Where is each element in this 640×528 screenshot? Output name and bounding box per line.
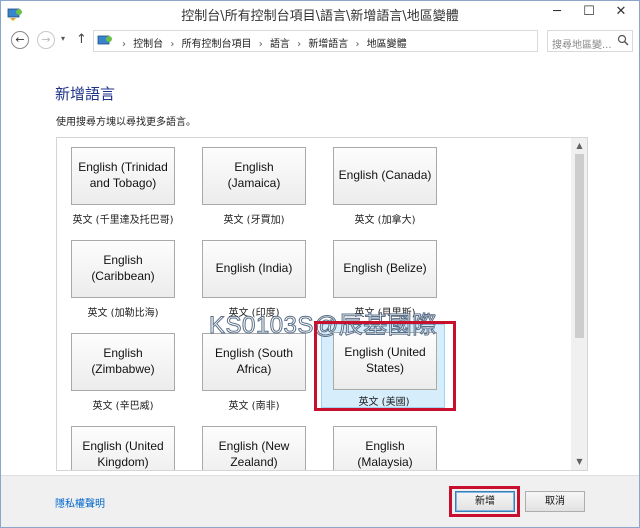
main-content: 新增語言 使用搜尋方塊以尋找更多語言。 English (Trinidad an… — [1, 55, 639, 475]
close-button[interactable]: ✕ — [605, 1, 637, 23]
scrollbar-thumb[interactable] — [575, 154, 584, 338]
breadcrumb-control-panel[interactable]: 控制台 — [133, 39, 163, 50]
language-item[interactable]: English (New Zealand) — [196, 420, 316, 470]
breadcrumb-separator: › — [355, 39, 360, 50]
language-tile[interactable]: English (Jamaica) — [202, 147, 306, 205]
back-button[interactable]: ← — [11, 31, 29, 49]
privacy-statement-link[interactable]: 隱私權聲明 — [55, 495, 105, 510]
language-tile[interactable]: English (South Africa) — [202, 333, 306, 391]
breadcrumb-regional-variants[interactable]: 地區變體 — [367, 39, 407, 50]
breadcrumb-separator: › — [170, 39, 175, 50]
minimize-button[interactable]: ─ — [541, 1, 573, 23]
scroll-up-arrow-icon[interactable]: ▲ — [571, 138, 587, 154]
language-item[interactable]: English (United Kingdom) — [65, 420, 185, 470]
breadcrumb-box[interactable]: › 控制台 › 所有控制台項目 › 語言 › 新增語言 › 地區變體 — [93, 30, 538, 52]
language-label: 英文 (加拿大) — [354, 215, 416, 226]
annotation-highlight-add-button — [449, 486, 520, 517]
control-panel-window: 控制台\所有控制台項目\語言\新增語言\地區變體 ─ ☐ ✕ ← → ▾ ↑ ›… — [0, 0, 640, 528]
breadcrumb-separator: › — [297, 39, 302, 50]
search-placeholder: 搜尋地區變... — [552, 40, 612, 51]
language-label: 英文 (千里達及托巴哥) — [72, 215, 174, 226]
recent-locations-dropdown[interactable]: ▾ — [61, 34, 65, 43]
language-tile[interactable]: English (Belize) — [333, 240, 437, 298]
language-label: 英文 (加勒比海) — [87, 308, 159, 319]
forward-button[interactable]: → — [37, 31, 55, 49]
language-tile[interactable]: English (Canada) — [333, 147, 437, 205]
search-input[interactable]: 搜尋地區變... — [547, 30, 633, 52]
title-bar: 控制台\所有控制台項目\語言\新增語言\地區變體 ─ ☐ ✕ — [1, 1, 639, 27]
language-tile[interactable]: English (Zimbabwe) — [71, 333, 175, 391]
language-label: 英文 (辛巴威) — [92, 401, 154, 412]
language-label: 英文 (牙買加) — [223, 215, 285, 226]
breadcrumb-all-items[interactable]: 所有控制台項目 — [182, 39, 252, 50]
language-tile[interactable]: English (Caribbean) — [71, 240, 175, 298]
language-item[interactable]: English (Malaysia) — [327, 420, 447, 470]
language-tile[interactable]: English (Malaysia) — [333, 426, 437, 470]
language-tile[interactable]: English (India) — [202, 240, 306, 298]
vertical-scrollbar[interactable]: ▲ ▼ — [571, 138, 587, 470]
maximize-button[interactable]: ☐ — [573, 1, 605, 23]
address-bar: ← → ▾ ↑ › 控制台 › 所有控制台項目 › 語言 › 新增語言 › 地區… — [1, 29, 639, 53]
footer-bar: 隱私權聲明 新增 取消 — [1, 475, 639, 527]
page-title: 新增語言 — [55, 85, 116, 103]
language-item[interactable]: English (Jamaica) 英文 (牙買加) — [196, 141, 316, 233]
scroll-down-arrow-icon[interactable]: ▼ — [571, 454, 587, 470]
language-item[interactable]: English (Canada) 英文 (加拿大) — [327, 141, 447, 233]
language-item[interactable]: English (Zimbabwe) 英文 (辛巴威) — [65, 327, 185, 419]
language-label: 英文 (南非) — [228, 401, 280, 412]
breadcrumb-add-language[interactable]: 新增語言 — [308, 39, 348, 50]
breadcrumb-separator: › — [122, 39, 126, 50]
breadcrumb: › 控制台 › 所有控制台項目 › 語言 › 新增語言 › 地區變體 — [118, 35, 407, 50]
up-button[interactable]: ↑ — [76, 32, 87, 47]
language-tile[interactable]: English (Trinidad and Tobago) — [71, 147, 175, 205]
language-tile[interactable]: English (United Kingdom) — [71, 426, 175, 470]
language-item[interactable]: English (Trinidad and Tobago) 英文 (千里達及托巴… — [65, 141, 185, 233]
breadcrumb-language[interactable]: 語言 — [270, 39, 290, 50]
language-list: English (Trinidad and Tobago) 英文 (千里達及托巴… — [56, 137, 588, 471]
breadcrumb-separator: › — [258, 39, 263, 50]
language-item[interactable]: English (Caribbean) 英文 (加勒比海) — [65, 234, 185, 326]
instructions-text: 使用搜尋方塊以尋找更多語言。 — [56, 117, 196, 128]
language-item[interactable]: English (South Africa) 英文 (南非) — [196, 327, 316, 419]
language-tile[interactable]: English (New Zealand) — [202, 426, 306, 470]
annotation-highlight-selected-language — [314, 321, 456, 411]
search-icon — [617, 34, 629, 46]
cancel-button[interactable]: 取消 — [525, 491, 585, 512]
control-panel-icon — [97, 35, 112, 45]
